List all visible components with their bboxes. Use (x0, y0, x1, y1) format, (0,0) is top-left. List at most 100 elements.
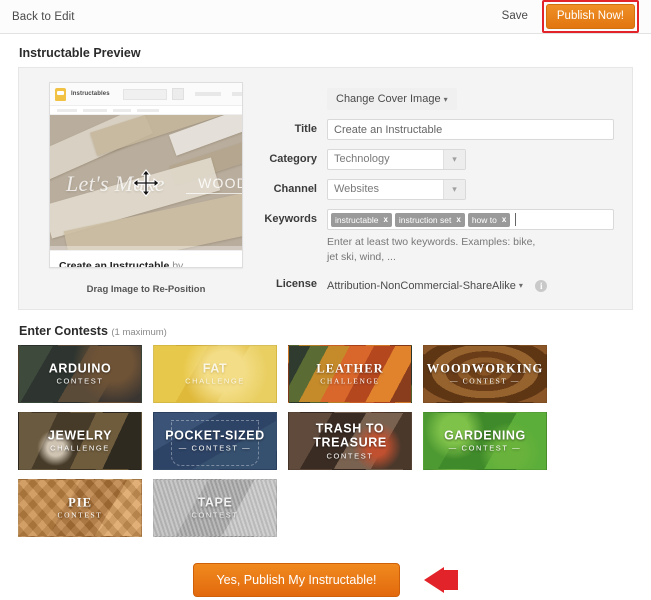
publish-now-button[interactable]: Publish Now! (545, 4, 635, 29)
contest-card-subtitle: CONTEST (57, 510, 103, 520)
contest-card-subtitle: CHALLENGE (185, 376, 245, 386)
keyword-tag[interactable]: instructable x (331, 212, 392, 227)
back-to-edit-link[interactable]: Back to Edit (12, 11, 75, 23)
keywords-label: Keywords (264, 213, 317, 225)
cover-overlay-text-right: WOOD (198, 175, 242, 191)
enter-contests-heading: Enter Contests (1 maximum) (19, 324, 633, 338)
title-input[interactable] (327, 119, 614, 140)
contest-card-subtitle: — CONTEST — (450, 376, 520, 386)
preview-card-title: Create an Instructable (59, 260, 170, 268)
title-row: Title (259, 119, 614, 140)
contest-card-title: LEATHER (316, 361, 384, 376)
license-selected-value: Attribution-NonCommercial-ShareAlike (327, 279, 516, 292)
contest-card[interactable]: TAPE CONTEST (153, 479, 277, 537)
instructable-preview-card[interactable]: Instructables Let's Make WOO Create an I… (49, 82, 243, 268)
info-icon[interactable]: i (535, 279, 548, 292)
contest-card-subtitle: CONTEST (56, 376, 104, 386)
cover-overlay-rule (186, 193, 242, 194)
mock-navitem-3 (113, 108, 131, 112)
contest-card-subtitle: CONTEST (191, 510, 239, 520)
keywords-field: instructable x instruction set x how to x Ent… (327, 209, 614, 265)
contest-card-label: ARDUINO CONTEST (19, 362, 141, 387)
channel-select[interactable]: Websites ▾ (327, 179, 466, 200)
keyword-remove-icon[interactable]: x (502, 215, 506, 224)
cover-image[interactable]: Let's Make WOOD (50, 115, 242, 250)
change-cover-field: Change Cover Image ▾ (327, 88, 614, 110)
contest-card-subtitle: CONTEST (326, 451, 374, 461)
contest-grid: ARDUINO CONTEST FAT CHALLENGE LEATHER CHALLEN… (18, 345, 633, 537)
chevron-down-icon: ▾ (518, 281, 523, 291)
contest-card-title: PIE (68, 495, 92, 510)
contest-card-label: LEATHER CHALLENGE (289, 362, 411, 387)
keyword-remove-icon[interactable]: x (383, 215, 387, 224)
license-label: License (276, 278, 317, 291)
contest-card-label: JEWELRY CHALLENGE (19, 429, 141, 454)
change-cover-image-label: Change Cover Image (336, 93, 441, 105)
contest-card-title: POCKET-SIZED (165, 428, 265, 443)
license-dropdown[interactable]: Attribution-NonCommercial-ShareAlike ▾ (327, 280, 523, 292)
keyword-tag-label: instructable (335, 214, 379, 225)
mock-search-field (122, 88, 167, 100)
contest-card-label: PIE CONTEST (19, 496, 141, 521)
contest-card-label: POCKET-SIZED — CONTEST — (154, 429, 276, 454)
chevron-down-icon: ▾ (443, 150, 465, 169)
contest-card-label: FAT CHALLENGE (154, 362, 276, 387)
contest-card[interactable]: PIE CONTEST (18, 479, 142, 537)
contest-card[interactable]: WOODWORKING — CONTEST — (423, 345, 547, 403)
category-row: Category Technology ▾ (259, 149, 614, 170)
publish-now-highlight: Publish Now! (541, 0, 639, 33)
keyword-remove-icon[interactable]: x (456, 215, 460, 224)
cover-overlay-text: Let's Make (66, 171, 165, 196)
mock-nav-text-2 (231, 92, 242, 96)
contest-card-label: WOODWORKING — CONTEST — (424, 362, 546, 387)
cover-bottom-strip (50, 246, 242, 250)
keywords-help-text: Enter at least two keywords. Examples: b… (327, 236, 536, 264)
channel-field: Websites ▾ (327, 179, 614, 200)
contest-card-title: JEWELRY (47, 428, 113, 443)
contest-card[interactable]: TRASH TO TREASURE CONTEST (288, 412, 412, 470)
contest-card[interactable]: JEWELRY CHALLENGE (18, 412, 142, 470)
contest-card-title: WOODWORKING (426, 361, 544, 376)
title-field (327, 119, 614, 140)
keyword-tag[interactable]: how to x (467, 212, 511, 227)
title-label: Title (294, 123, 317, 135)
contest-card-title: ARDUINO (48, 361, 112, 376)
toolbar-actions: Save Publish Now! (502, 0, 639, 33)
drag-to-reposition-hint: Drag Image to Re-Position (86, 284, 206, 295)
keywords-row: Keywords instructable x instruction set x ho… (259, 209, 614, 265)
instructable-preview-heading: Instructable Preview (19, 46, 633, 60)
contest-card[interactable]: ARDUINO CONTEST (18, 345, 142, 403)
contest-card-subtitle: — CONTEST — (448, 443, 522, 453)
keyword-tag[interactable]: instruction set x (394, 212, 465, 227)
mock-navitem-2 (83, 108, 107, 112)
category-field: Technology ▾ (327, 149, 614, 170)
contest-card-title: TAPE (197, 495, 233, 510)
contest-card[interactable]: LEATHER CHALLENGE (288, 345, 412, 403)
channel-row: Channel Websites ▾ (259, 179, 614, 200)
instructables-wordmark: Instructables (71, 91, 110, 97)
keywords-input[interactable]: instructable x instruction set x how to x (327, 209, 614, 230)
contest-card[interactable]: FAT CHALLENGE (153, 345, 277, 403)
contest-card[interactable]: GARDENING — CONTEST — (423, 412, 547, 470)
preview-form: Change Cover Image▾ Title Category Techn… (259, 82, 632, 295)
page-body: Instructable Preview Instructables Let's… (0, 34, 651, 597)
category-select[interactable]: Technology ▾ (327, 149, 466, 170)
top-toolbar: Back to Edit Save Publish Now! (0, 0, 651, 34)
browser-mock-header: Instructables (50, 83, 242, 106)
category-selected-value: Technology (334, 153, 390, 165)
contest-card[interactable]: POCKET-SIZED — CONTEST — (153, 412, 277, 470)
contest-card-subtitle: CHALLENGE (50, 443, 110, 453)
category-label: Category (269, 153, 317, 165)
save-button[interactable]: Save (502, 10, 532, 22)
change-cover-image-button[interactable]: Change Cover Image ▾ (327, 88, 457, 110)
contest-card-title: TRASH TO TREASURE (313, 421, 387, 450)
keyword-tag-label: instruction set (398, 214, 452, 225)
channel-label: Channel (273, 183, 317, 195)
chevron-down-icon: ▾ (443, 95, 448, 104)
yes-publish-my-instructable-button[interactable]: Yes, Publish My Instructable! (193, 563, 400, 597)
keyword-tag-label: how to (471, 214, 497, 225)
instructables-robot-icon (55, 87, 66, 101)
change-cover-row: Change Cover Image ▾ (259, 88, 614, 110)
contest-card-label: TRASH TO TREASURE CONTEST (289, 421, 411, 460)
enter-contests-subtitle: (1 maximum) (111, 327, 167, 338)
